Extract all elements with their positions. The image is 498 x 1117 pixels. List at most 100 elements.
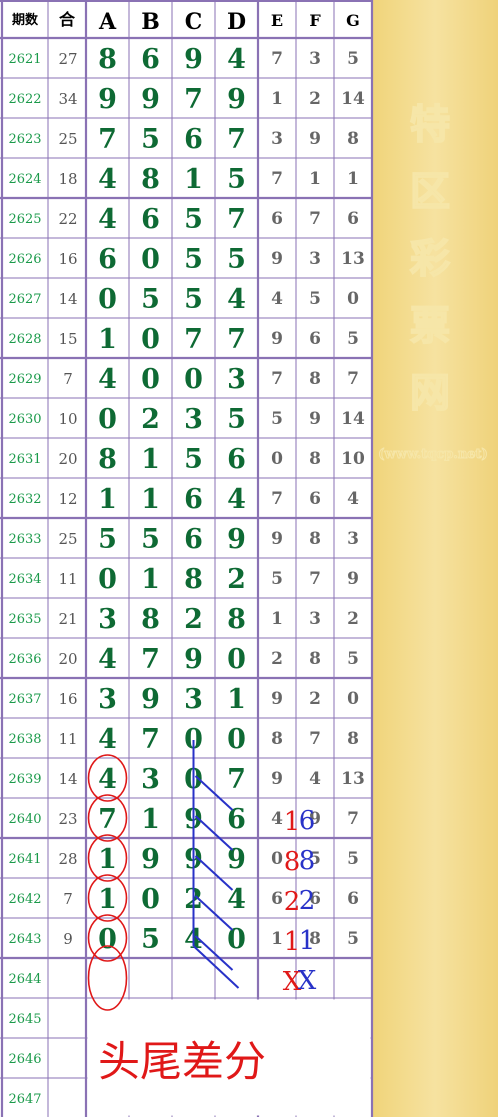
efg-cell: 9: [309, 409, 321, 429]
period-cell: 2621: [8, 52, 41, 67]
efg-cell: 7: [347, 369, 359, 389]
he-cell: 11: [58, 570, 77, 588]
digit-cell: 7: [227, 324, 246, 355]
digit-cell: 4: [227, 284, 246, 315]
table-row: 2629 7 4 0 0 3 7 8 7: [8, 364, 358, 395]
he-cell: 18: [58, 170, 77, 188]
efg-cell: 3: [309, 609, 321, 629]
digit-cell: 9: [141, 844, 160, 875]
efg-cell: 0: [347, 689, 359, 709]
efg-cell: 0: [271, 449, 283, 469]
diff-blue: 1: [299, 926, 316, 956]
he-cell: 25: [58, 130, 77, 148]
table-row: 2628 15 1 0 7 7 9 6 5: [8, 324, 358, 355]
digit-cell: 4: [98, 164, 117, 195]
digit-cell: 8: [227, 604, 246, 635]
efg-cell: 9: [347, 569, 359, 589]
period-cell: 2634: [8, 572, 41, 587]
efg-cell: 7: [347, 809, 359, 829]
table-row: 2637 16 3 9 3 1 9 2 0: [8, 684, 359, 715]
digit-cell: 0: [141, 324, 160, 355]
period-cell: 2627: [8, 292, 41, 307]
digit-cell: 0: [141, 244, 160, 275]
efg-cell: 1: [271, 929, 283, 949]
digit-cell: 0: [141, 884, 160, 915]
he-cell: 25: [58, 530, 77, 548]
efg-cell: 14: [341, 409, 365, 429]
digit-cell: 5: [98, 524, 117, 555]
digit-cell: 0: [98, 924, 117, 955]
digit-cell: 1: [141, 564, 160, 595]
digit-cell: 8: [98, 444, 117, 475]
digit-cell: 5: [227, 404, 246, 435]
efg-cell: 14: [341, 89, 365, 109]
efg-cell: 8: [309, 649, 321, 669]
digit-cell: 4: [98, 724, 117, 755]
digit-cell: 8: [141, 604, 160, 635]
he-cell: 20: [58, 450, 77, 468]
digit-cell: 1: [98, 884, 117, 915]
period-cell: 2623: [8, 132, 41, 147]
digit-cell: 1: [227, 684, 246, 715]
digit-cell: 7: [141, 644, 160, 675]
efg-cell: 5: [271, 409, 283, 429]
he-cell: 23: [58, 810, 77, 828]
header-col-a: A: [98, 9, 117, 35]
efg-cell: 6: [309, 329, 321, 349]
digit-cell: 7: [227, 764, 246, 795]
efg-cell: 9: [271, 529, 283, 549]
he-cell: 11: [58, 730, 77, 748]
efg-cell: 9: [271, 329, 283, 349]
period-cell: 2639: [8, 772, 41, 787]
digit-cell: 9: [98, 84, 117, 115]
table-row: 2646: [8, 1052, 41, 1067]
efg-cell: 8: [271, 729, 283, 749]
he-cell: 22: [58, 210, 77, 228]
efg-cell: 7: [271, 489, 283, 509]
header-col-c: C: [185, 9, 203, 35]
period-cell: 2644: [8, 972, 41, 987]
he-cell: 9: [63, 930, 73, 948]
header-col-f: F: [309, 11, 321, 30]
efg-cell: 0: [347, 289, 359, 309]
digit-cell: 6: [184, 124, 203, 155]
digit-cell: 6: [98, 244, 117, 275]
period-cell: 2636: [8, 652, 41, 667]
efg-cell: 5: [347, 329, 359, 349]
table-row: 2630 10 0 2 3 5 5 9 14: [8, 404, 365, 435]
digit-cell: 7: [98, 804, 117, 835]
digit-cell: 5: [227, 244, 246, 275]
efg-cell: 10: [341, 449, 365, 469]
digit-cell: 2: [141, 404, 160, 435]
digit-cell: 8: [98, 44, 117, 75]
digit-cell: 0: [98, 284, 117, 315]
digit-cell: 5: [141, 124, 160, 155]
efg-cell: 8: [309, 369, 321, 389]
digit-cell: 9: [141, 684, 160, 715]
period-cell: 2622: [8, 92, 41, 107]
period-cell: 2638: [8, 732, 41, 747]
efg-cell: 7: [271, 169, 283, 189]
digit-cell: 7: [141, 724, 160, 755]
digit-cell: 5: [184, 284, 203, 315]
digit-cell: 4: [227, 44, 246, 75]
table-row: 2636 20 4 7 9 0 2 8 5: [8, 644, 358, 675]
digit-cell: 8: [184, 564, 203, 595]
he-cell: 28: [58, 850, 77, 868]
period-cell: 2643: [8, 932, 41, 947]
digit-cell: 0: [98, 564, 117, 595]
digit-cell: 0: [184, 364, 203, 395]
he-cell: 14: [58, 770, 77, 788]
digit-cell: 6: [184, 484, 203, 515]
digit-cell: 9: [184, 44, 203, 75]
digit-cell: 7: [227, 124, 246, 155]
digit-cell: 3: [98, 604, 117, 635]
period-cell: 2629: [8, 372, 41, 387]
lottery-grid: 特区彩票网(www.tqcp.net) 期数合 A B C D E F G 2621 27 8 6 9…: [0, 0, 498, 1117]
period-cell: 2640: [8, 812, 41, 827]
he-cell: 27: [58, 50, 77, 68]
header-col-g: G: [346, 11, 360, 30]
period-cell: 2628: [8, 332, 41, 347]
efg-cell: 5: [271, 569, 283, 589]
diff-blue: 2: [299, 886, 316, 916]
